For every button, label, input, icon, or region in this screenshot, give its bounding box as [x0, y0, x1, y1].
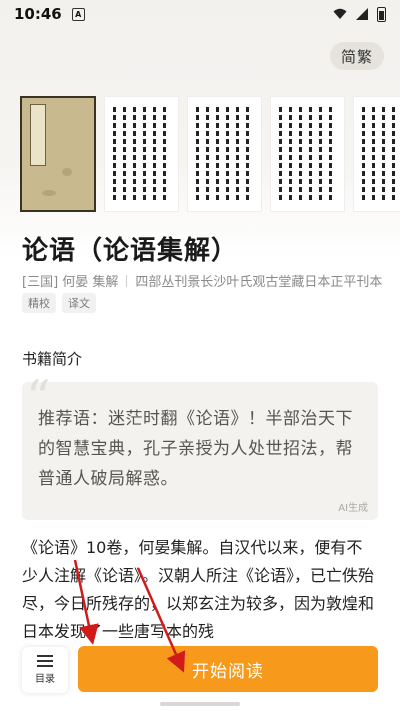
book-author: [三国] 何晏 集解: [22, 275, 119, 290]
status-time: 10:46: [14, 5, 62, 23]
book-title: 论语（论语集解）: [22, 236, 239, 266]
page-preview-image[interactable]: [104, 96, 179, 212]
page-preview-image[interactable]: [353, 96, 400, 212]
bottom-action-bar: 目录 开始阅读: [0, 638, 400, 710]
book-preview-strip[interactable]: [20, 96, 400, 212]
table-of-contents-button[interactable]: 目录: [22, 647, 68, 693]
page-preview-image[interactable]: [187, 96, 262, 212]
cover-label-strip: [30, 104, 46, 166]
notification-icon: A: [71, 7, 85, 21]
book-tags: 精校 译文: [22, 293, 96, 313]
page-preview-image[interactable]: [270, 96, 345, 212]
quote-icon: “: [26, 370, 51, 426]
cover-stain: [42, 190, 56, 196]
tag-item: 译文: [62, 293, 96, 313]
signal-icon: [356, 8, 368, 20]
battery-icon: [377, 6, 386, 22]
meta-divider: [126, 274, 128, 287]
book-edition: 四部丛刊景长沙叶氏观古堂藏日本正平刊本: [135, 275, 383, 290]
recommendation-text: 推荐语：迷茫时翻《论语》！半部治天下的智慧宝典，孔子亲授为人处世招法，帮普通人破…: [38, 409, 353, 489]
section-title-intro: 书籍简介: [22, 350, 83, 368]
home-indicator: [160, 702, 240, 706]
ai-generated-label: AI生成: [338, 503, 368, 514]
tag-item: 精校: [22, 293, 56, 313]
start-reading-button[interactable]: 开始阅读: [78, 646, 378, 692]
book-meta-line: [三国] 何晏 集解 四部丛刊景长沙叶氏观古堂藏日本正平刊本: [22, 271, 382, 290]
toc-label: 目录: [35, 674, 55, 685]
book-cover-image[interactable]: [20, 96, 96, 212]
book-description: 《论语》10卷，何晏集解。自汉代以来，便有不少人注解《论语》。汉朝人所注《论语》…: [22, 538, 375, 641]
traditional-simplified-toggle[interactable]: 简繁: [330, 42, 384, 70]
status-left: 10:46 A: [14, 5, 85, 23]
hamburger-icon: [37, 655, 53, 667]
wifi-icon: [333, 8, 347, 19]
status-right: [333, 6, 386, 22]
status-bar: 10:46 A: [0, 0, 400, 28]
recommendation-box: 推荐语：迷茫时翻《论语》！半部治天下的智慧宝典，孔子亲授为人处世招法，帮普通人破…: [22, 382, 378, 520]
cover-stain: [62, 168, 72, 176]
